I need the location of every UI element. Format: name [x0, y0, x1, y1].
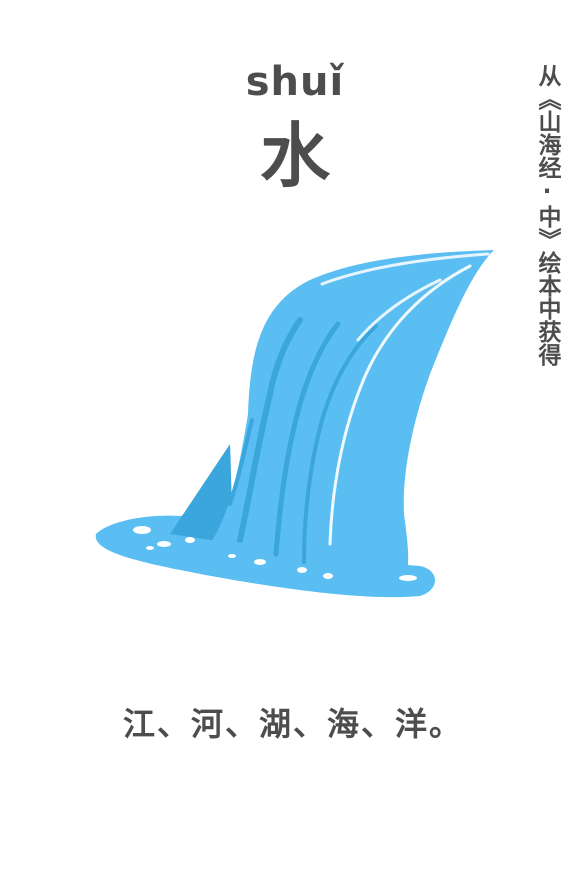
splash-highlight-shape [323, 573, 333, 579]
splash-highlight-shape [185, 537, 195, 543]
splash-highlight-shape [228, 554, 236, 558]
source-note: 从《山海经·中》绘本中获得 [534, 64, 560, 366]
splash-highlight-shape [157, 541, 171, 547]
splash-highlight-shape [399, 575, 417, 581]
waterfall-icon [95, 250, 494, 598]
chinese-character: 水 [260, 115, 330, 197]
splash-highlight-shape [254, 559, 266, 565]
flash-card: shuǐ 水 从《山海经·中》绘本中获得 江、河、湖、海、洋。 [0, 0, 586, 894]
splash-highlight-shape [297, 567, 307, 573]
splash-highlight-shape [146, 546, 154, 550]
caption-text: 江、河、湖、海、洋。 [122, 705, 463, 743]
pinyin-label: shuǐ [245, 59, 345, 105]
splash-highlight-shape [133, 526, 151, 534]
